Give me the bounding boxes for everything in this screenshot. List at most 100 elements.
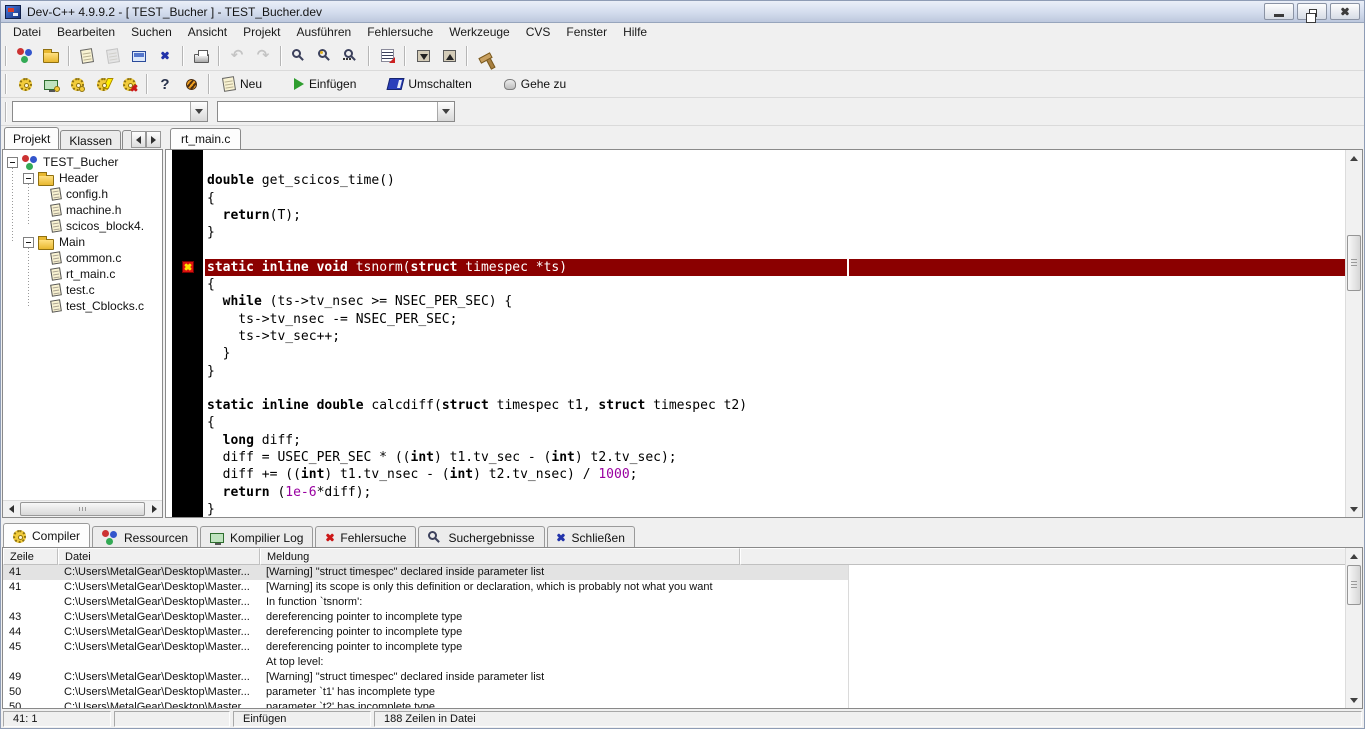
tab-scroll-right-button[interactable]: [146, 131, 161, 148]
menu-ansicht[interactable]: Ansicht: [180, 24, 235, 40]
menu-hilfe[interactable]: Hilfe: [615, 24, 655, 40]
menu-werkzeuge[interactable]: Werkzeuge: [441, 24, 517, 40]
output-row[interactable]: 50C:\Users\MetalGear\Desktop\Master...pa…: [3, 700, 1362, 709]
scroll-down-button[interactable]: [1346, 692, 1362, 708]
output-row[interactable]: 43C:\Users\MetalGear\Desktop\Master...de…: [3, 610, 1362, 625]
tab-klassen[interactable]: Klassen: [60, 130, 121, 149]
tab-projekt[interactable]: Projekt: [4, 127, 59, 149]
scroll-left-button[interactable]: [3, 501, 19, 517]
collapse-toggle-icon[interactable]: [7, 157, 18, 168]
menu-projekt[interactable]: Projekt: [235, 24, 288, 40]
tab-ressourcen[interactable]: Ressourcen: [92, 526, 198, 547]
tree-file-test-cblocks-c[interactable]: test_Cblocks.c: [3, 298, 162, 314]
abort-compilation-button[interactable]: [116, 72, 142, 96]
tree-folder-header[interactable]: Header: [3, 170, 162, 186]
column-header-zeile[interactable]: Zeile: [3, 548, 58, 565]
code-editor[interactable]: double get_scicos_time(){ return(T);}sta…: [165, 149, 1363, 518]
compile-current-button[interactable]: [12, 72, 38, 96]
editor-tab-rt-main-c[interactable]: rt_main.c: [170, 128, 241, 149]
print-button[interactable]: [188, 44, 214, 68]
output-row[interactable]: C:\Users\MetalGear\Desktop\Master...In f…: [3, 595, 1362, 610]
goto-button[interactable]: Gehe zu: [495, 72, 575, 96]
tree-file-common-c[interactable]: common.c: [3, 250, 162, 266]
code-line[interactable]: }: [205, 501, 1345, 517]
scroll-up-button[interactable]: [1346, 150, 1362, 166]
compile-and-run-button[interactable]: [64, 72, 90, 96]
find-in-files-button[interactable]: [312, 44, 338, 68]
scrollbar-thumb[interactable]: [1347, 235, 1361, 291]
output-row[interactable]: 45C:\Users\MetalGear\Desktop\Master...de…: [3, 640, 1362, 655]
undo-button[interactable]: ↶: [224, 44, 250, 68]
tab-fehlersuche[interactable]: Fehlersuche: [315, 526, 416, 547]
tab-schlie-en[interactable]: Schließen: [547, 526, 635, 547]
menu-suchen[interactable]: Suchen: [123, 24, 180, 40]
code-line[interactable]: ts->tv_nsec -= NSEC_PER_SEC;: [205, 311, 1345, 328]
menu-cvs[interactable]: CVS: [518, 24, 559, 40]
output-row[interactable]: 44C:\Users\MetalGear\Desktop\Master...de…: [3, 625, 1362, 640]
tab-fehle[interactable]: Fehle: [122, 130, 131, 149]
tree-file-machine-h[interactable]: machine.h: [3, 202, 162, 218]
new-source-button[interactable]: [12, 44, 38, 68]
code-line[interactable]: {: [205, 190, 1345, 207]
toggle-button[interactable]: Umschalten: [379, 72, 480, 96]
minimize-button[interactable]: [1264, 3, 1294, 20]
code-line[interactable]: return (1e-6*diff);: [205, 484, 1345, 501]
insert-member-button[interactable]: [178, 72, 204, 96]
editor-vertical-scrollbar[interactable]: [1345, 150, 1362, 517]
tree-file-rt-main-c[interactable]: rt_main.c: [3, 266, 162, 282]
output-row[interactable]: 50C:\Users\MetalGear\Desktop\Master...pa…: [3, 685, 1362, 700]
combo-left-dropdown-button[interactable]: [190, 102, 207, 121]
tree-folder-main[interactable]: Main: [3, 234, 162, 250]
combo-right-dropdown-button[interactable]: [437, 102, 454, 121]
scroll-up-button[interactable]: [1346, 548, 1362, 564]
collapse-toggle-icon[interactable]: [23, 173, 34, 184]
code-line[interactable]: return(T);: [205, 207, 1345, 224]
run-button[interactable]: [436, 44, 462, 68]
output-row[interactable]: 49C:\Users\MetalGear\Desktop\Master...[W…: [3, 670, 1362, 685]
menu-ausf-hren[interactable]: Ausführen: [288, 24, 359, 40]
scrollbar-thumb[interactable]: [20, 502, 145, 516]
save-button[interactable]: [74, 44, 100, 68]
code-line[interactable]: {: [205, 414, 1345, 431]
run-current-button[interactable]: [38, 72, 64, 96]
toolbar-combo-right[interactable]: [217, 101, 455, 122]
code-line[interactable]: static inline double calcdiff(struct tim…: [205, 397, 1345, 414]
close-file-button[interactable]: [126, 44, 152, 68]
tab-suchergebnisse[interactable]: Suchergebnisse: [418, 526, 544, 547]
output-row[interactable]: 41C:\Users\MetalGear\Desktop\Master...[W…: [3, 565, 1362, 580]
collapse-toggle-icon[interactable]: [23, 237, 34, 248]
scrollbar-thumb[interactable]: [1347, 565, 1361, 605]
tree-root-test-bucher[interactable]: TEST_Bucher: [3, 154, 162, 170]
code-line[interactable]: [205, 241, 1345, 258]
scroll-down-button[interactable]: [1346, 501, 1362, 517]
toolbar-combo-left[interactable]: [12, 101, 208, 122]
code-line[interactable]: {: [205, 276, 1345, 293]
output-row[interactable]: At top level:: [3, 655, 1362, 670]
code-area[interactable]: double get_scicos_time(){ return(T);}sta…: [205, 150, 1345, 517]
tree-file-config-h[interactable]: config.h: [3, 186, 162, 202]
scroll-right-button[interactable]: [146, 501, 162, 517]
column-header-meldung[interactable]: Meldung: [260, 548, 740, 565]
tree-file-scicos-block4[interactable]: scicos_block4.: [3, 218, 162, 234]
compile-button[interactable]: [410, 44, 436, 68]
save-all-button[interactable]: [100, 44, 126, 68]
code-line[interactable]: diff += ((int) t1.tv_nsec - (int) t2.tv_…: [205, 466, 1345, 483]
menu-bearbeiten[interactable]: Bearbeiten: [49, 24, 123, 40]
project-horizontal-scrollbar[interactable]: [3, 500, 162, 517]
code-line[interactable]: [205, 380, 1345, 397]
output-row[interactable]: 41C:\Users\MetalGear\Desktop\Master...[W…: [3, 580, 1362, 595]
goto-line-button[interactable]: [374, 44, 400, 68]
tree-file-test-c[interactable]: test.c: [3, 282, 162, 298]
column-header-datei[interactable]: Datei: [58, 548, 260, 565]
tab-kompilier-log[interactable]: Kompilier Log: [200, 526, 313, 547]
code-line[interactable]: long diff;: [205, 432, 1345, 449]
code-line[interactable]: }: [205, 224, 1345, 241]
code-line[interactable]: }: [205, 345, 1345, 362]
tab-scroll-left-button[interactable]: [131, 131, 146, 148]
code-line[interactable]: while (ts->tv_nsec >= NSEC_PER_SEC) {: [205, 293, 1345, 310]
menu-fehlersuche[interactable]: Fehlersuche: [359, 24, 441, 40]
find-button[interactable]: [286, 44, 312, 68]
menu-fenster[interactable]: Fenster: [558, 24, 615, 40]
code-line-highlighted[interactable]: static inline void tsnorm(struct timespe…: [205, 259, 1345, 276]
code-line[interactable]: diff = USEC_PER_SEC * ((int) t1.tv_sec -…: [205, 449, 1345, 466]
